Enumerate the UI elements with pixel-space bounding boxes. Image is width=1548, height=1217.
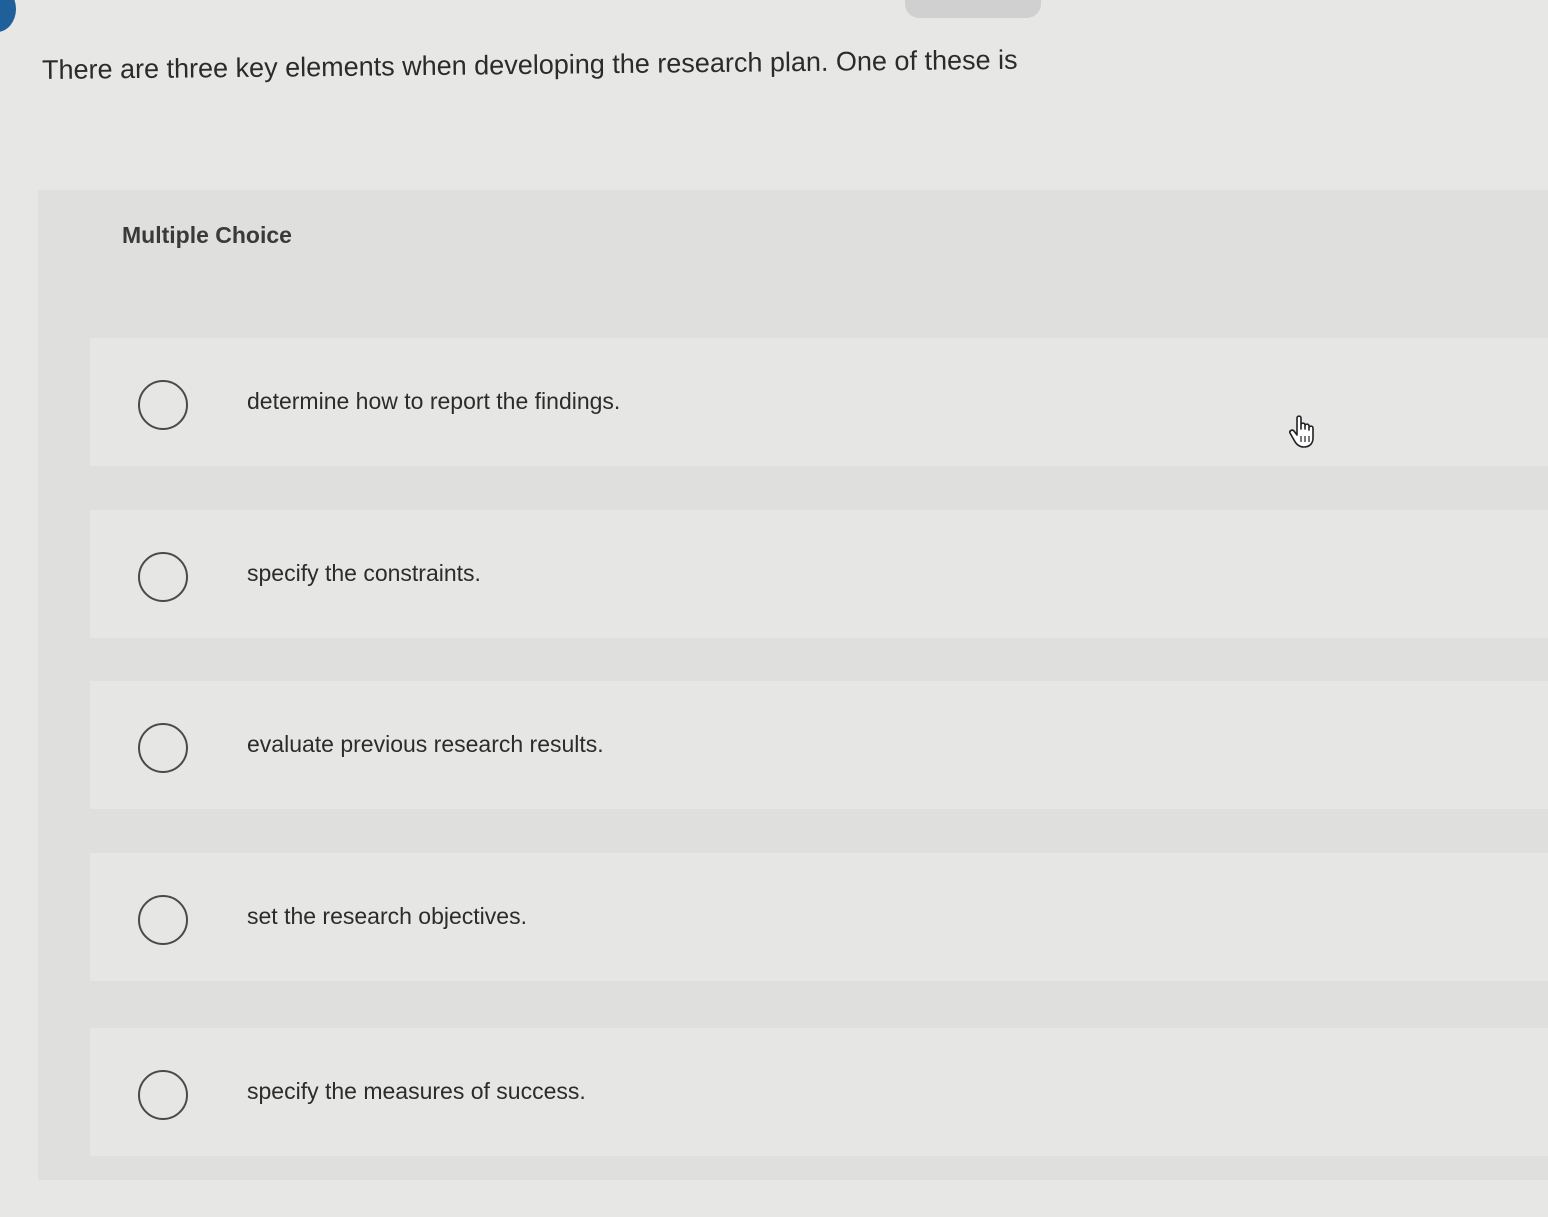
answer-option-label: set the research objectives. (247, 903, 527, 929)
hand-pointer-icon (1289, 415, 1314, 448)
answer-option-label: evaluate previous research results. (247, 731, 604, 757)
question-type-label: Multiple Choice (122, 222, 292, 248)
radio-button[interactable] (138, 552, 188, 602)
answer-option-4[interactable]: set the research objectives. (90, 853, 1548, 981)
answer-option-label: specify the constraints. (247, 560, 481, 586)
answer-option-label: determine how to report the findings. (247, 388, 621, 414)
answer-option-2[interactable]: specify the constraints. (90, 510, 1548, 638)
top-tab[interactable] (905, 0, 1041, 18)
answer-option-3[interactable]: evaluate previous research results. (90, 681, 1548, 809)
radio-button[interactable] (138, 380, 188, 430)
answer-option-label: specify the measures of success. (247, 1078, 586, 1104)
question-text: There are three key elements when develo… (41, 44, 1018, 85)
answer-option-1[interactable]: determine how to report the findings. (90, 338, 1548, 466)
radio-button[interactable] (138, 1070, 188, 1120)
corner-accent (0, 0, 16, 32)
radio-button[interactable] (138, 723, 188, 773)
answer-option-5[interactable]: specify the measures of success. (90, 1028, 1548, 1156)
radio-button[interactable] (138, 895, 188, 945)
